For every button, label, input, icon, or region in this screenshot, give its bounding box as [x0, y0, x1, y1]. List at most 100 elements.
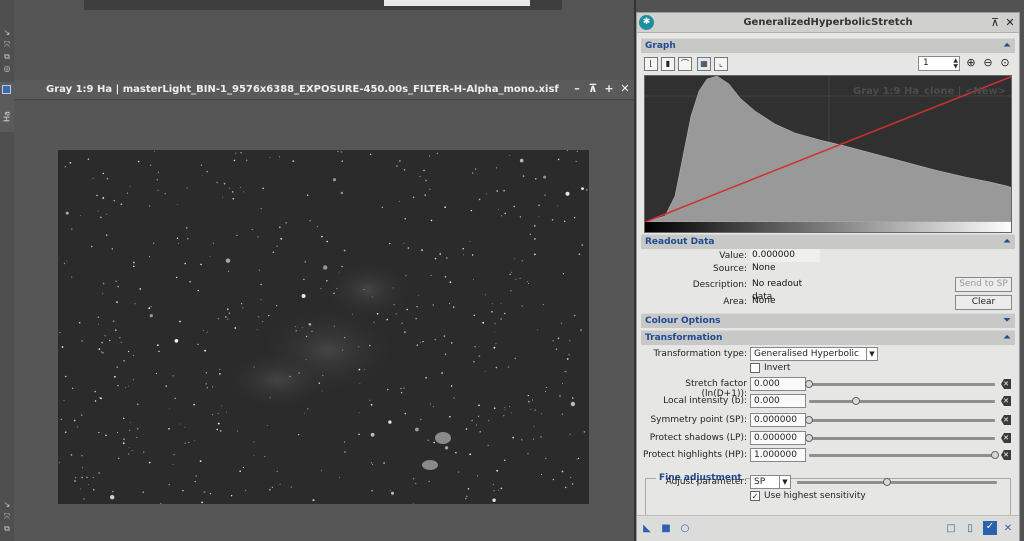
highest-sensitivity-checkbox[interactable]: ✓	[750, 491, 760, 501]
grid-icon[interactable]: ▦	[697, 57, 711, 71]
star	[118, 457, 120, 459]
param-reset-icon[interactable]: ✕	[1001, 433, 1011, 443]
star	[148, 256, 150, 258]
param-reset-icon[interactable]: ✕	[1001, 379, 1011, 389]
close-button[interactable]: ✕	[618, 82, 632, 96]
star	[307, 408, 309, 410]
real-time-preview-icon[interactable]: ○	[679, 523, 691, 535]
fine-adjust-slider[interactable]	[797, 481, 997, 484]
star	[71, 228, 73, 230]
param-slider-thumb[interactable]	[805, 434, 813, 442]
target-icon[interactable]: ◎	[2, 64, 12, 74]
zoom-fit-icon[interactable]: ⊙	[998, 56, 1012, 70]
star	[157, 189, 159, 191]
star	[471, 172, 474, 174]
star	[133, 355, 134, 357]
image-window-titlebar[interactable]: Gray 1:9 Ha | masterLight_BIN-1_9576x638…	[14, 80, 634, 100]
star	[495, 366, 498, 369]
shrink-icon[interactable]: ↘	[2, 28, 12, 38]
star	[318, 382, 320, 384]
star	[439, 253, 442, 255]
minimized-window-strip[interactable]	[84, 0, 562, 10]
log-scale-icon[interactable]: ⌞	[714, 57, 728, 71]
image-canvas[interactable]	[14, 101, 634, 541]
star	[266, 425, 268, 426]
param-slider[interactable]	[809, 400, 995, 403]
fit-icon[interactable]: ⤧	[2, 40, 12, 50]
apply-icon[interactable]: ✓	[983, 521, 997, 535]
copy-icon[interactable]: ⧉	[2, 52, 12, 62]
shade-button[interactable]: ⊼	[586, 82, 600, 96]
expand-icon[interactable]: ⏷	[1003, 315, 1011, 326]
star	[143, 451, 145, 453]
track-view-icon[interactable]: ▯	[964, 523, 976, 535]
param-slider[interactable]	[809, 437, 995, 440]
star	[342, 349, 344, 351]
adjust-parameter-select[interactable]: SP ▼	[750, 475, 791, 489]
new-instance-icon[interactable]: ◣	[641, 523, 653, 535]
fit-icon-bottom[interactable]: ⤧	[2, 512, 12, 522]
zoom-spinbox[interactable]: 1 ▲ ▼	[918, 56, 960, 71]
stretch-graph[interactable]: Gray 1:9 Ha_clone | <New>	[644, 75, 1012, 233]
zoom-in-icon[interactable]: ⊕	[964, 56, 978, 70]
apply-global-icon[interactable]: ■	[660, 523, 672, 535]
graph-section-header[interactable]: Graph ⏶	[641, 38, 1015, 53]
transformation-type-value: Generalised Hyperbolic	[754, 349, 859, 359]
curve-icon[interactable]: ⌒	[678, 57, 692, 71]
star	[201, 501, 204, 504]
shrink-icon-bottom[interactable]: ↘	[2, 500, 12, 510]
param-value-field[interactable]: 1.000000	[750, 448, 806, 462]
collapse-icon[interactable]: ⏶	[1003, 236, 1011, 247]
param-value-field[interactable]: 0.000	[750, 377, 806, 391]
param-slider[interactable]	[809, 454, 995, 457]
param-slider-thumb[interactable]	[991, 451, 999, 459]
param-value-field[interactable]: 0.000	[750, 394, 806, 408]
param-value-field[interactable]: 0.000000	[750, 413, 806, 427]
ghs-titlebar[interactable]: ✱ GeneralizedHyperbolicStretch ⊼ ✕	[637, 13, 1019, 33]
transformation-type-select[interactable]: Generalised Hyperbolic ▼	[750, 347, 878, 361]
collapse-icon[interactable]: ⏶	[1003, 40, 1011, 51]
send-to-sp-button[interactable]: Send to SP	[955, 277, 1012, 292]
readout-section-header[interactable]: Readout Data ⏶	[641, 234, 1015, 249]
param-slider-thumb[interactable]	[805, 416, 813, 424]
star	[529, 233, 532, 236]
star	[395, 313, 397, 315]
spin-down-icon[interactable]: ▼	[953, 64, 958, 70]
transformation-section-header[interactable]: Transformation ⏶	[641, 330, 1015, 345]
star	[399, 160, 401, 162]
param-slider[interactable]	[809, 383, 995, 386]
star	[102, 282, 105, 285]
maximize-button[interactable]: +	[602, 82, 616, 96]
star	[316, 225, 318, 228]
close-button[interactable]: ✕	[1004, 16, 1016, 29]
fine-adjust-thumb[interactable]	[883, 478, 891, 486]
colour-section-header[interactable]: Colour Options ⏷	[641, 313, 1015, 328]
histogram-icon[interactable]: ▮	[661, 57, 675, 71]
star	[148, 461, 151, 464]
param-reset-icon[interactable]: ✕	[1001, 450, 1011, 460]
param-reset-icon[interactable]: ✕	[1001, 415, 1011, 425]
collapse-icon[interactable]: ⏶	[1003, 332, 1011, 343]
astro-image[interactable]	[58, 150, 589, 504]
param-reset-icon[interactable]: ✕	[1001, 396, 1011, 406]
copy-icon-bottom[interactable]: ⧉	[2, 524, 12, 534]
param-slider[interactable]	[809, 419, 995, 422]
invert-checkbox[interactable]	[750, 363, 760, 373]
view-tab[interactable]: Ha	[0, 82, 14, 132]
reset-icon[interactable]: ✕	[1002, 523, 1014, 535]
star	[202, 175, 203, 177]
minimized-window-thumb[interactable]	[384, 0, 530, 6]
star	[133, 261, 135, 264]
minimize-button[interactable]: –	[570, 82, 584, 96]
shade-button[interactable]: ⊼	[989, 16, 1001, 29]
param-value-field[interactable]: 0.000000	[750, 431, 806, 445]
param-slider-thumb[interactable]	[805, 380, 813, 388]
browse-documentation-icon[interactable]: □	[945, 523, 957, 535]
linear-curve-icon[interactable]: ⌊	[644, 57, 658, 71]
star	[156, 179, 158, 181]
zoom-out-icon[interactable]: ⊖	[981, 56, 995, 70]
star	[276, 245, 278, 247]
star	[573, 314, 576, 317]
param-slider-thumb[interactable]	[851, 397, 860, 405]
clear-button[interactable]: Clear	[955, 295, 1012, 310]
